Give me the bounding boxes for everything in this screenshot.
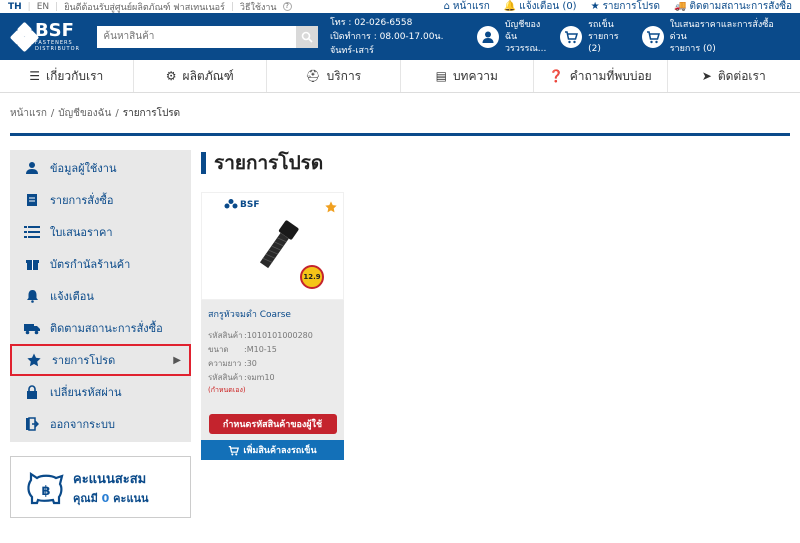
search-bar xyxy=(97,25,318,48)
logo-mark-icon xyxy=(224,199,238,209)
truck-icon xyxy=(24,322,40,335)
sidebar-item-quotes[interactable]: ใบเสนอราคา xyxy=(10,216,191,248)
main-nav: ☰ เกี่ยวกับเรา ⚙ ผลิตภัณฑ์ ⛑ บริการ ▤ บทความ… xyxy=(0,60,800,93)
question-icon: ❓ xyxy=(548,69,564,83)
howto-link[interactable]: วิธีใช้งาน xyxy=(240,0,277,14)
piggy-bank-icon: ฿ xyxy=(25,466,67,509)
card-logo: BSF xyxy=(224,199,260,211)
account-menu[interactable]: บัญชีของฉัน วรวรรณ... xyxy=(477,19,552,55)
article-icon: ▤ xyxy=(435,69,447,83)
gift-icon xyxy=(24,257,40,271)
breadcrumb-current: รายการโปรด xyxy=(122,107,181,119)
spec-row: รหัสสินค้า:1010101000280 xyxy=(208,331,313,340)
breadcrumb: หน้าแรก / บัญชีของฉัน / รายการโปรด xyxy=(10,106,181,121)
breadcrumb-home[interactable]: หน้าแรก xyxy=(10,106,47,121)
track-link[interactable]: 🚚 ติดตามสถานะการสั่งซื้อ xyxy=(674,0,792,14)
spec-row: รหัสสินค้า:จมm10 xyxy=(208,373,275,382)
sidebar-item-tracking[interactable]: ติดตามสถานะการสั่งซื้อ xyxy=(10,312,191,344)
grade-badge: 12.9 xyxy=(300,265,324,289)
home-link[interactable]: ⌂ หน้าแรก xyxy=(444,0,490,14)
bell-icon xyxy=(24,289,40,303)
favorite-star-icon[interactable] xyxy=(325,201,337,213)
main-header: BSF FASTENERS DISTRIBUTOR โทร : 02-026-6… xyxy=(0,13,800,60)
breadcrumb-account[interactable]: บัญชีของฉัน xyxy=(58,106,111,121)
quick-order-menu[interactable]: ใบเสนอราคาและการสั่งซื้อด่วน รายการ (0) xyxy=(641,19,790,55)
search-icon xyxy=(301,31,313,43)
sidebar-item-password[interactable]: เปลี่ยนรหัสผ่าน xyxy=(10,376,191,408)
favorites-main: รายการโปรด BSF 12.9 สกรูหัวจมดำ Coarse ร… xyxy=(201,150,790,518)
cart-menu[interactable]: รถเข็น รายการ (2) xyxy=(560,19,634,55)
nav-services[interactable]: ⛑ บริการ xyxy=(267,60,401,92)
account-sidebar: ข้อมูลผู้ใช้งาน รายการสั่งซื้อ ใบเสนอราค… xyxy=(10,150,191,518)
nav-products[interactable]: ⚙ ผลิตภัณฑ์ xyxy=(134,60,267,92)
sidebar-item-profile[interactable]: ข้อมูลผู้ใช้งาน xyxy=(10,152,191,184)
title-accent-bar xyxy=(201,152,206,174)
product-card: BSF 12.9 สกรูหัวจมดำ Coarse รหัสสินค้า:1… xyxy=(201,192,344,460)
sidebar-item-notifications[interactable]: แจ้งเตือน xyxy=(10,280,191,312)
bsf-logo[interactable]: BSF FASTENERS DISTRIBUTOR xyxy=(9,21,97,52)
points-value: 0 xyxy=(101,491,110,505)
favorites-link[interactable]: ★ รายการโปรด xyxy=(591,0,660,14)
custom-note: (กำหนดเอง) xyxy=(208,386,246,394)
document-icon xyxy=(24,193,40,207)
welcome-text: ยินดีต้อนรับสู่ศูนย์ผลิตภัณฑ์ ฟาสเทนเนอร… xyxy=(64,2,225,13)
lock-icon xyxy=(24,385,40,399)
helmet-icon: ⛑ xyxy=(305,69,321,83)
spec-row: ขนาด:M10-15 xyxy=(208,345,277,354)
tools-icon: ⚙ xyxy=(165,69,177,83)
bell-icon: 🔔 xyxy=(503,1,517,12)
account-icon xyxy=(477,25,499,48)
product-name[interactable]: สกรูหัวจมดำ Coarse xyxy=(208,307,337,321)
lang-en-link[interactable]: EN xyxy=(37,2,49,12)
menu-icon: ☰ xyxy=(29,69,40,83)
screw-icon xyxy=(259,220,299,269)
nav-contact[interactable]: ➤ ติดต่อเรา xyxy=(668,60,800,92)
quick-cart-icon xyxy=(641,25,664,48)
sidebar-item-vouchers[interactable]: บัตรกำนัลร้านค้า xyxy=(10,248,191,280)
product-image[interactable]: BSF 12.9 xyxy=(201,192,344,300)
lang-th-link[interactable]: TH xyxy=(8,2,22,12)
logo-mark-icon xyxy=(9,21,40,52)
account-menu-list: ข้อมูลผู้ใช้งาน รายการสั่งซื้อ ใบเสนอราค… xyxy=(10,150,191,442)
home-icon: ⌂ xyxy=(443,1,450,12)
points-title: คะแนนสะสม xyxy=(73,471,147,487)
set-custom-code-button[interactable]: กำหนดรหัสสินค้าของผู้ใช้ xyxy=(208,414,337,434)
star-icon xyxy=(26,353,42,367)
search-input[interactable] xyxy=(97,25,296,48)
add-to-cart-button[interactable]: เพิ่มสินค้าลงรถเข็น xyxy=(201,440,344,460)
sidebar-item-orders[interactable]: รายการสั่งซื้อ xyxy=(10,184,191,216)
svg-text:฿: ฿ xyxy=(41,484,50,499)
cart-icon xyxy=(560,25,583,48)
notify-link[interactable]: 🔔 แจ้งเตือน (0) xyxy=(504,0,577,14)
nav-about[interactable]: ☰ เกี่ยวกับเรา xyxy=(0,60,134,92)
help-icon[interactable]: ? xyxy=(282,2,292,11)
page-title: รายการโปรด xyxy=(214,152,324,174)
nav-faq[interactable]: ❓ คำถามที่พบบ่อย xyxy=(534,60,668,92)
cart-icon xyxy=(229,445,240,455)
list-icon xyxy=(24,225,40,239)
sidebar-item-favorites[interactable]: รายการโปรด ▶ xyxy=(10,344,191,376)
star-icon: ★ xyxy=(590,1,600,12)
search-button[interactable] xyxy=(295,25,318,48)
truck-icon: 🚚 xyxy=(674,1,687,12)
user-icon xyxy=(24,161,40,175)
top-utility-bar: TH | EN | ยินดีต้อนรับสู่ศูนย์ผลิตภัณฑ์ … xyxy=(8,0,792,14)
spec-row: ความยาว:30 xyxy=(208,359,257,368)
sidebar-item-logout[interactable]: ออกจากระบบ xyxy=(10,408,191,440)
send-icon: ➤ xyxy=(701,69,712,83)
caret-right-icon: ▶ xyxy=(173,354,181,366)
contact-info: โทร : 02-026-6558 เปิดทำการ : 08.00-17.0… xyxy=(329,17,444,56)
points-box: ฿ คะแนนสะสม คุณมี 0 คะแนน xyxy=(10,456,191,518)
logout-icon xyxy=(24,417,40,431)
nav-articles[interactable]: ▤ บทความ xyxy=(401,60,534,92)
